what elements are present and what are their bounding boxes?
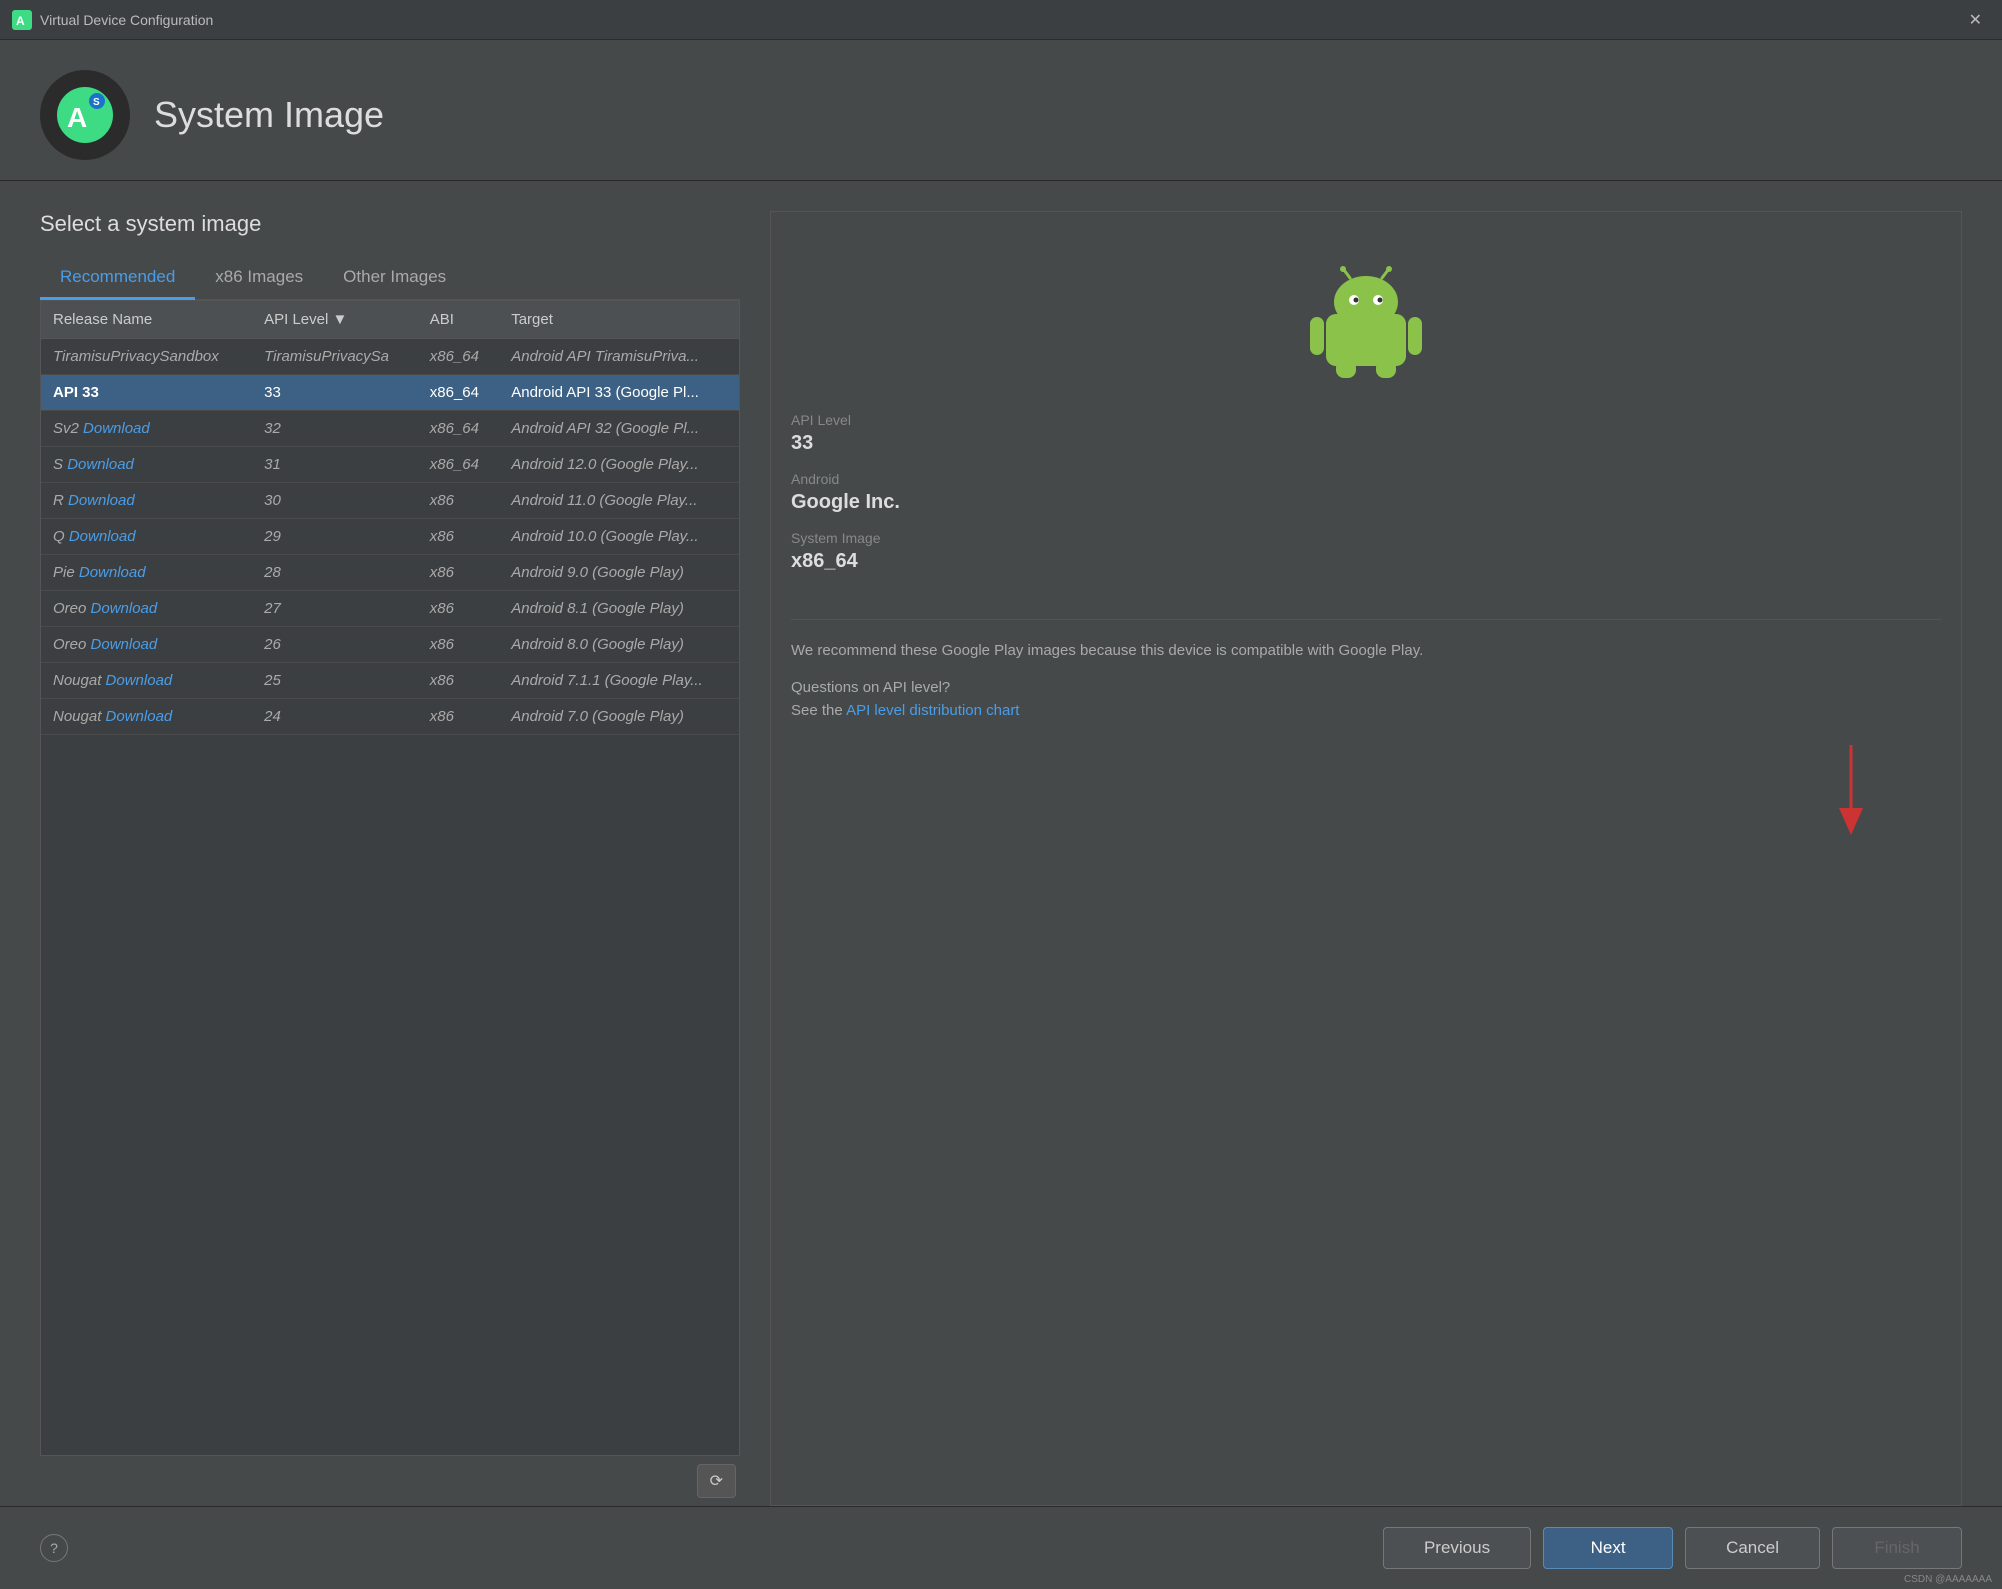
right-panel: API Level 33 Android Google Inc. System … [770, 211, 1962, 1506]
api-level-chart-link[interactable]: API level distribution chart [846, 702, 1019, 719]
bottom-bar: ? Previous Next Cancel Finish [0, 1506, 2002, 1589]
recommend-text: We recommend these Google Play images be… [791, 640, 1941, 663]
tab-recommended[interactable]: Recommended [40, 257, 195, 300]
window-title: Virtual Device Configuration [40, 12, 213, 28]
title-bar: A Virtual Device Configuration ✕ [0, 0, 2002, 40]
download-link[interactable]: Download [67, 456, 134, 473]
table-row[interactable]: Nougat Download25x86Android 7.1.1 (Googl… [41, 663, 739, 699]
svg-text:A: A [16, 14, 25, 28]
table-body: TiramisuPrivacySandboxTiramisuPrivacySax… [41, 339, 739, 735]
table-row[interactable]: TiramisuPrivacySandboxTiramisuPrivacySax… [41, 339, 739, 375]
svg-text:S: S [93, 97, 100, 108]
download-link[interactable]: Download [79, 564, 146, 581]
svg-text:A: A [67, 102, 87, 133]
android-label: Android [791, 471, 1941, 487]
cancel-button[interactable]: Cancel [1685, 1527, 1820, 1569]
download-link[interactable]: Download [106, 708, 173, 725]
col-target: Target [499, 301, 739, 339]
title-bar-left: A Virtual Device Configuration [12, 10, 213, 30]
images-table-container[interactable]: Release Name API Level ▼ ABI Target Tira… [40, 300, 740, 1456]
table-row[interactable]: Pie Download28x86Android 9.0 (Google Pla… [41, 555, 739, 591]
download-link[interactable]: Download [83, 420, 150, 437]
next-arrow-icon [1821, 740, 1881, 840]
images-table: Release Name API Level ▼ ABI Target Tira… [41, 301, 739, 735]
android-studio-icon: A [12, 10, 32, 30]
table-row[interactable]: R Download30x86Android 11.0 (Google Play… [41, 483, 739, 519]
android-robot-icon [1306, 262, 1426, 382]
api-question: Questions on API level? [791, 679, 1941, 696]
api-level-label: API Level [791, 412, 1941, 428]
api-level-value: 33 [791, 432, 1941, 455]
col-abi: ABI [418, 301, 499, 339]
previous-button[interactable]: Previous [1383, 1527, 1531, 1569]
tabs-container: Recommended x86 Images Other Images [40, 257, 740, 300]
table-footer: ⟳ [40, 1456, 740, 1506]
info-section: API Level 33 Android Google Inc. System … [791, 402, 1941, 599]
system-image-row: System Image x86_64 [791, 530, 1941, 573]
api-see-text: See the [791, 702, 846, 719]
tab-x86images[interactable]: x86 Images [195, 257, 323, 300]
table-row[interactable]: S Download31x86_64Android 12.0 (Google P… [41, 447, 739, 483]
table-row[interactable]: Sv2 Download32x86_64Android API 32 (Goog… [41, 411, 739, 447]
download-link[interactable]: Download [91, 636, 158, 653]
divider [791, 619, 1941, 620]
finish-button[interactable]: Finish [1832, 1527, 1962, 1569]
header-area: A S System Image [0, 40, 2002, 181]
page-title: System Image [154, 94, 384, 136]
left-panel: Select a system image Recommended x86 Im… [40, 211, 740, 1506]
android-logo-container [791, 232, 1941, 402]
refresh-button[interactable]: ⟳ [697, 1464, 736, 1498]
api-see-line: See the API level distribution chart [791, 702, 1941, 720]
download-link[interactable]: Download [106, 672, 173, 689]
android-row: Android Google Inc. [791, 471, 1941, 514]
api-level-row: API Level 33 [791, 412, 1941, 455]
download-link[interactable]: Download [68, 492, 135, 509]
table-row[interactable]: API 3333x86_64Android API 33 (Google Pl.… [41, 375, 739, 411]
android-studio-logo: A S [55, 85, 115, 145]
table-header-row: Release Name API Level ▼ ABI Target [41, 301, 739, 339]
system-image-value: x86_64 [791, 550, 1941, 573]
watermark: CSDN @AAAAAAA [1904, 1574, 1992, 1585]
help-button[interactable]: ? [40, 1534, 68, 1562]
table-row[interactable]: Oreo Download26x86Android 8.0 (Google Pl… [41, 627, 739, 663]
download-link[interactable]: Download [91, 600, 158, 617]
select-label: Select a system image [40, 211, 740, 237]
download-link[interactable]: Download [69, 528, 136, 545]
close-button[interactable]: ✕ [1961, 6, 1990, 34]
table-row[interactable]: Oreo Download27x86Android 8.1 (Google Pl… [41, 591, 739, 627]
arrow-container [791, 720, 1941, 840]
header-icon-circle: A S [40, 70, 130, 160]
col-release-name[interactable]: Release Name [41, 301, 252, 339]
col-api-level[interactable]: API Level ▼ [252, 301, 418, 339]
system-image-label: System Image [791, 530, 1941, 546]
next-button[interactable]: Next [1543, 1527, 1673, 1569]
tab-otherimages[interactable]: Other Images [323, 257, 466, 300]
table-row[interactable]: Q Download29x86Android 10.0 (Google Play… [41, 519, 739, 555]
body-area: Select a system image Recommended x86 Im… [0, 181, 2002, 1506]
main-container: A S System Image Select a system image R… [0, 40, 2002, 1589]
table-row[interactable]: Nougat Download24x86Android 7.0 (Google … [41, 699, 739, 735]
android-value: Google Inc. [791, 491, 1941, 514]
